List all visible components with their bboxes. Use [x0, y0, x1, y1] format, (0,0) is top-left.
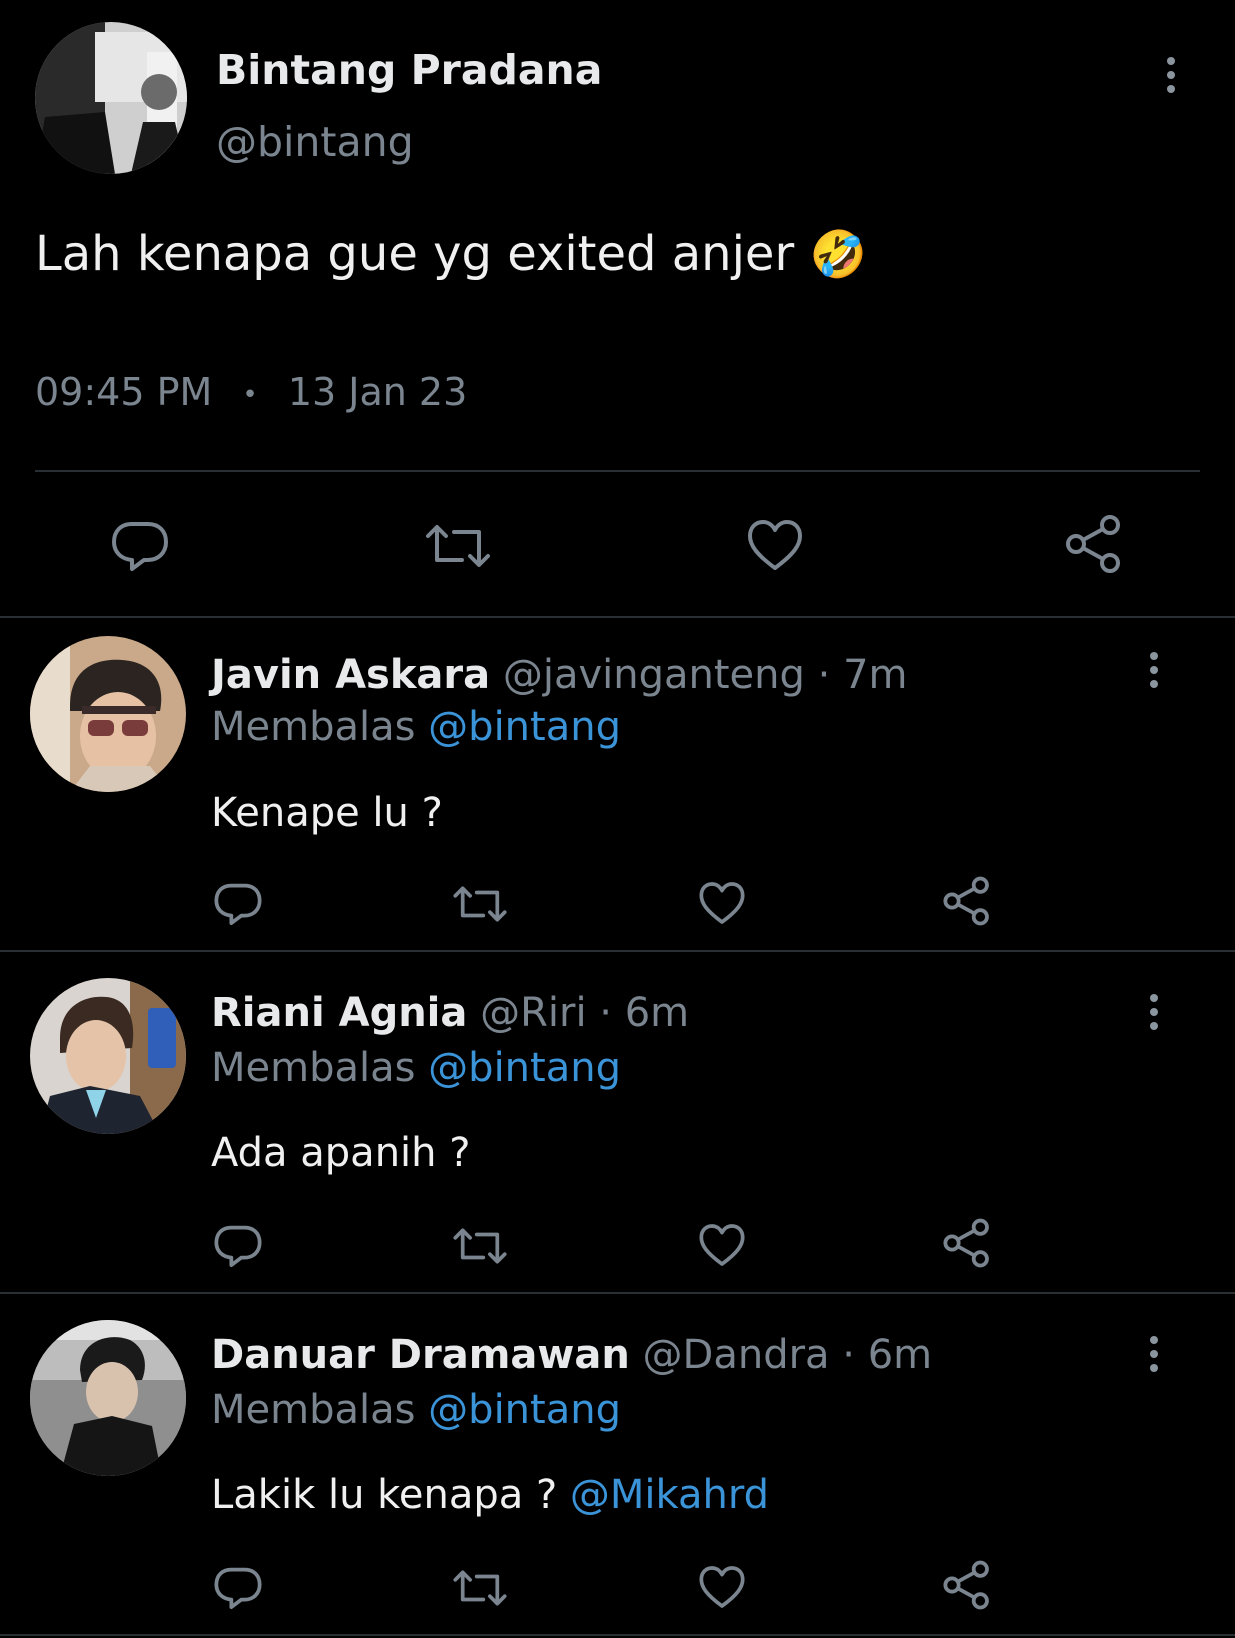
more-vertical-icon[interactable] — [1139, 645, 1169, 695]
avatar[interactable] — [30, 636, 186, 792]
share-icon[interactable] — [942, 1218, 992, 1268]
retweet-icon[interactable] — [424, 520, 492, 572]
avatar[interactable] — [30, 978, 186, 1134]
divider — [0, 616, 1235, 618]
reply-header: Javin Askara @javinganteng · 7m — [211, 652, 908, 698]
divider — [0, 1292, 1235, 1294]
reply-time: 6m — [624, 990, 690, 1036]
reply-icon[interactable] — [213, 1564, 263, 1612]
retweet-icon[interactable] — [452, 1224, 508, 1268]
tweet-time: 09:45 PM — [35, 370, 213, 414]
divider — [0, 950, 1235, 952]
mention-link[interactable]: @bintang — [428, 1387, 621, 1433]
replying-to: Membalas @bintang — [211, 704, 621, 750]
handle[interactable]: @javinganteng — [503, 652, 805, 698]
like-icon[interactable] — [698, 880, 746, 926]
share-icon[interactable] — [942, 1560, 992, 1610]
rofl-emoji-icon: 🤣 — [809, 227, 867, 281]
tweet-date: 13 Jan 23 — [287, 370, 468, 414]
reply-body: Kenape lu ? — [211, 790, 443, 836]
tweet-body: Lah kenapa gue yg exited anjer — [35, 226, 795, 282]
mention-link[interactable]: @Mikahrd — [570, 1472, 769, 1518]
mention-link[interactable]: @bintang — [428, 704, 621, 750]
like-icon[interactable] — [746, 518, 804, 572]
divider — [35, 470, 1200, 472]
divider — [0, 1634, 1235, 1636]
replying-to: Membalas @bintang — [211, 1387, 621, 1433]
reply-icon[interactable] — [213, 880, 263, 928]
reply-time: 7m — [843, 652, 908, 698]
reply-text: Ada apanih ? — [211, 1130, 470, 1176]
avatar[interactable] — [35, 22, 187, 174]
reply-time: 6m — [867, 1332, 933, 1378]
reply-body: Lakik lu kenapa ? — [211, 1472, 558, 1518]
share-icon[interactable] — [942, 876, 992, 926]
reply-header: Riani Agnia @Riri · 6m — [211, 990, 689, 1036]
separator-dot: · — [817, 652, 831, 698]
tweet-timestamp: 09:45 PM • 13 Jan 23 — [35, 370, 467, 414]
like-icon[interactable] — [698, 1564, 746, 1610]
handle[interactable]: @Riri — [480, 990, 586, 1036]
separator-dot: • — [242, 379, 258, 410]
reply-prefix: Membalas — [211, 704, 416, 750]
display-name[interactable]: Bintang Pradana — [216, 46, 602, 94]
reply-prefix: Membalas — [211, 1045, 416, 1091]
display-name[interactable]: Javin Askara — [211, 652, 490, 698]
separator-dot: · — [599, 990, 613, 1036]
replying-to: Membalas @bintang — [211, 1045, 621, 1091]
retweet-icon[interactable] — [452, 882, 508, 926]
reply-icon[interactable] — [213, 1222, 263, 1270]
separator-dot: · — [842, 1332, 855, 1378]
display-name[interactable]: Danuar Dramawan — [211, 1332, 630, 1378]
display-name[interactable]: Riani Agnia — [211, 990, 467, 1036]
tweet-text: Lah kenapa gue yg exited anjer 🤣 — [35, 226, 867, 282]
reply-body: Ada apanih ? — [211, 1130, 471, 1176]
mention-link[interactable]: @bintang — [428, 1045, 621, 1091]
more-vertical-icon[interactable] — [1156, 50, 1186, 100]
reply-icon[interactable] — [110, 518, 170, 574]
more-vertical-icon[interactable] — [1139, 987, 1169, 1037]
share-icon[interactable] — [1064, 514, 1124, 574]
handle[interactable]: @Dandra — [643, 1332, 830, 1378]
reply-prefix: Membalas — [211, 1387, 416, 1433]
reply-header: Danuar Dramawan @Dandra · 6m — [211, 1332, 932, 1378]
like-icon[interactable] — [698, 1222, 746, 1268]
more-vertical-icon[interactable] — [1139, 1329, 1169, 1379]
retweet-icon[interactable] — [452, 1566, 508, 1610]
reply-text: Lakik lu kenapa ? @Mikahrd — [211, 1472, 769, 1518]
avatar[interactable] — [30, 1320, 186, 1476]
reply-text: Kenape lu ? — [211, 790, 443, 836]
handle[interactable]: @bintang — [216, 118, 414, 166]
